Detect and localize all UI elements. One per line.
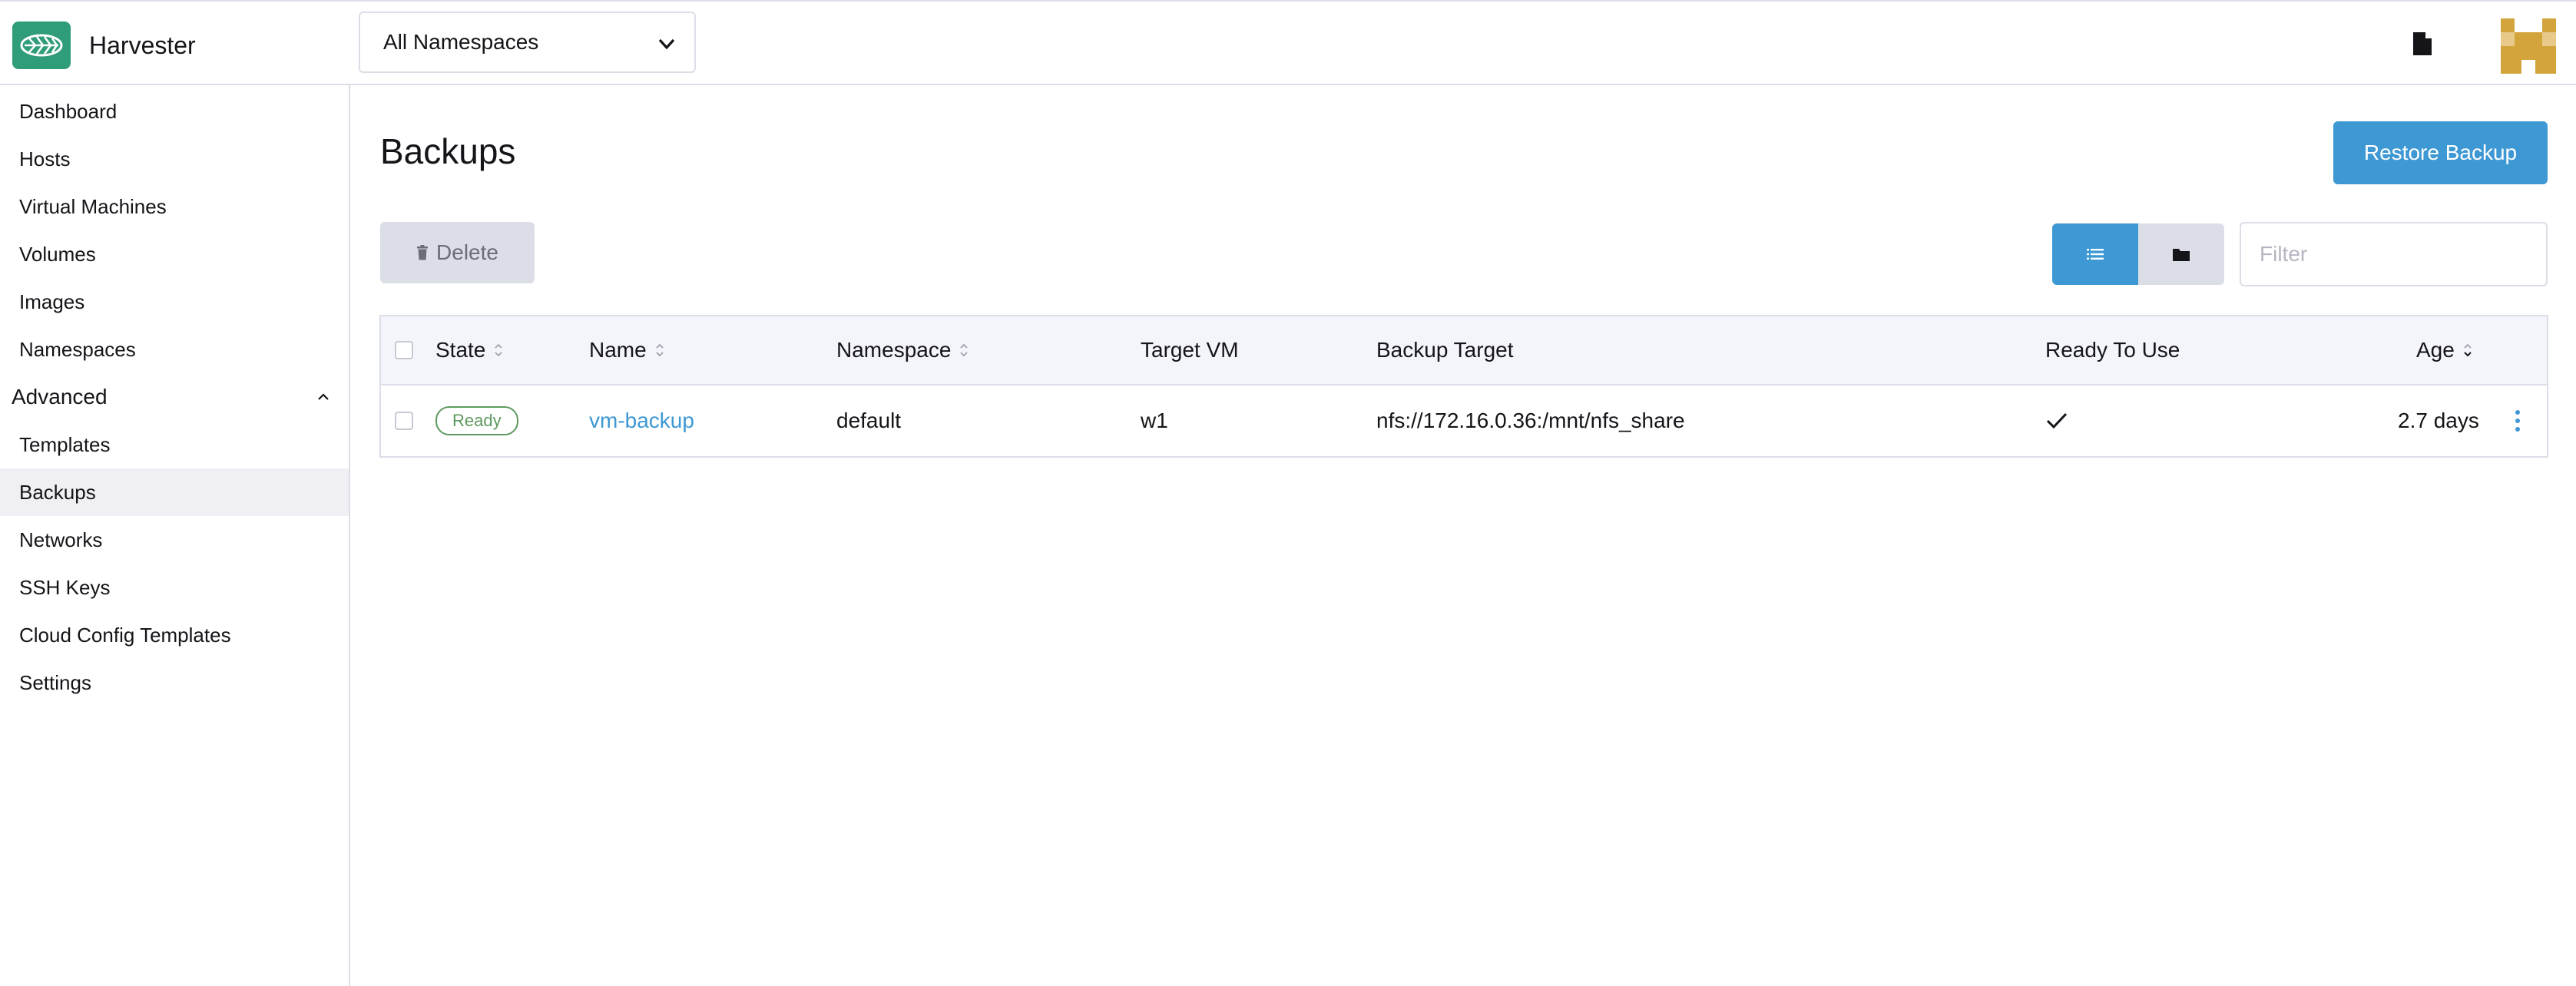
sidebar-item-images[interactable]: Images	[0, 278, 349, 326]
sidebar-item-label: Volumes	[19, 242, 96, 266]
sidebar-item-label: Virtual Machines	[19, 194, 167, 218]
list-view-button[interactable]	[2052, 223, 2138, 285]
top-header: Harvester All Namespaces	[0, 0, 2576, 85]
sidebar-item-namespaces[interactable]: Namespaces	[0, 326, 349, 373]
column-header-label: Backup Target	[1376, 338, 1514, 362]
column-header-label: Name	[589, 338, 647, 362]
sidebar: Dashboard Hosts Virtual Machines Volumes…	[0, 85, 350, 986]
sidebar-item-volumes[interactable]: Volumes	[0, 230, 349, 278]
sidebar-item-hosts[interactable]: Hosts	[0, 135, 349, 183]
sort-icon	[495, 343, 503, 357]
sort-icon	[960, 343, 968, 357]
view-toggle	[2052, 223, 2224, 285]
sidebar-item-networks[interactable]: Networks	[0, 516, 349, 564]
target-vm-cell: w1	[1141, 409, 1168, 432]
sidebar-group-label: Advanced	[12, 385, 108, 409]
row-select-cell	[395, 385, 413, 456]
sidebar-item-dashboard[interactable]: Dashboard	[0, 88, 349, 135]
name-cell: vm-backup	[589, 385, 694, 456]
column-header-label: State	[435, 338, 486, 362]
document-icon[interactable]	[2412, 31, 2433, 57]
sidebar-item-label: Hosts	[19, 147, 71, 170]
sidebar-group-advanced[interactable]: Advanced	[0, 373, 349, 421]
filter-input[interactable]	[2240, 222, 2548, 286]
trash-icon	[417, 245, 429, 260]
select-all-cell	[395, 316, 413, 384]
column-header-ready-to-use: Ready To Use	[2045, 316, 2180, 384]
checkmark-icon	[2046, 412, 2068, 429]
sidebar-item-label: Cloud Config Templates	[19, 623, 231, 647]
status-badge: Ready	[435, 406, 518, 435]
ready-to-use-cell	[2045, 385, 2068, 456]
chevron-up-icon	[318, 393, 329, 400]
backup-target-cell: nfs://172.16.0.36:/mnt/nfs_share	[1376, 409, 1685, 432]
list-icon	[2087, 249, 2104, 260]
table-row[interactable]: Ready vm-backup default w1 nfs://172.16.…	[381, 385, 2547, 456]
column-header-backup-target: Backup Target	[1376, 316, 1514, 384]
age-cell: 2.7 days	[2398, 409, 2479, 432]
namespace-select-value: All Namespaces	[383, 30, 539, 54]
sidebar-item-virtual-machines[interactable]: Virtual Machines	[0, 183, 349, 230]
namespace-select[interactable]: All Namespaces	[359, 12, 696, 73]
state-cell: Ready	[435, 385, 518, 456]
column-header-name[interactable]: Name	[589, 316, 665, 384]
column-header-label: Target VM	[1141, 338, 1239, 362]
column-header-label: Age	[2416, 338, 2455, 362]
sidebar-item-label: Settings	[19, 670, 91, 694]
sidebar-item-label: Images	[19, 290, 85, 313]
backup-name-link[interactable]: vm-backup	[589, 409, 694, 433]
sidebar-item-label: Templates	[19, 432, 111, 456]
row-checkbox[interactable]	[395, 412, 413, 430]
namespace-cell: default	[836, 409, 902, 432]
restore-backup-button[interactable]: Restore Backup	[2333, 121, 2548, 184]
sidebar-item-label: Backups	[19, 480, 96, 504]
sidebar-item-label: Dashboard	[19, 99, 118, 123]
sidebar-item-ssh-keys[interactable]: SSH Keys	[0, 564, 349, 611]
harvester-logo-icon	[12, 22, 71, 69]
backups-table: State Name Namespace Target VM Backup Ta…	[379, 315, 2548, 458]
column-header-state[interactable]: State	[435, 316, 504, 384]
brand[interactable]: Harvester	[12, 22, 196, 69]
delete-label: Delete	[436, 240, 498, 264]
column-header-namespace[interactable]: Namespace	[836, 316, 969, 384]
column-header-label: Namespace	[836, 338, 952, 362]
sidebar-item-label: Networks	[19, 528, 103, 551]
page-title: Backups	[380, 131, 516, 171]
sidebar-item-label: SSH Keys	[19, 575, 111, 599]
sort-desc-icon	[2464, 343, 2472, 357]
user-avatar[interactable]	[2501, 18, 2556, 74]
chevron-down-icon	[658, 38, 675, 50]
delete-button[interactable]: Delete	[380, 222, 535, 283]
row-actions-kebab-icon[interactable]	[2508, 407, 2527, 435]
folder-view-button[interactable]	[2138, 223, 2224, 285]
sort-icon	[656, 343, 664, 357]
sidebar-item-label: Namespaces	[19, 337, 136, 361]
row-actions-cell	[2508, 385, 2527, 456]
sidebar-item-templates[interactable]: Templates	[0, 421, 349, 468]
column-header-label: Ready To Use	[2045, 338, 2180, 362]
sidebar-item-settings[interactable]: Settings	[0, 659, 349, 706]
column-header-age[interactable]: Age	[2416, 316, 2473, 384]
sidebar-item-cloud-config-templates[interactable]: Cloud Config Templates	[0, 611, 349, 659]
table-header: State Name Namespace Target VM Backup Ta…	[381, 316, 2547, 385]
folder-icon	[2173, 249, 2190, 261]
column-header-target-vm: Target VM	[1141, 316, 1239, 384]
restore-backup-label: Restore Backup	[2363, 141, 2518, 164]
select-all-checkbox[interactable]	[395, 341, 413, 359]
app-name: Harvester	[89, 31, 196, 59]
sidebar-item-backups[interactable]: Backups	[0, 468, 349, 516]
